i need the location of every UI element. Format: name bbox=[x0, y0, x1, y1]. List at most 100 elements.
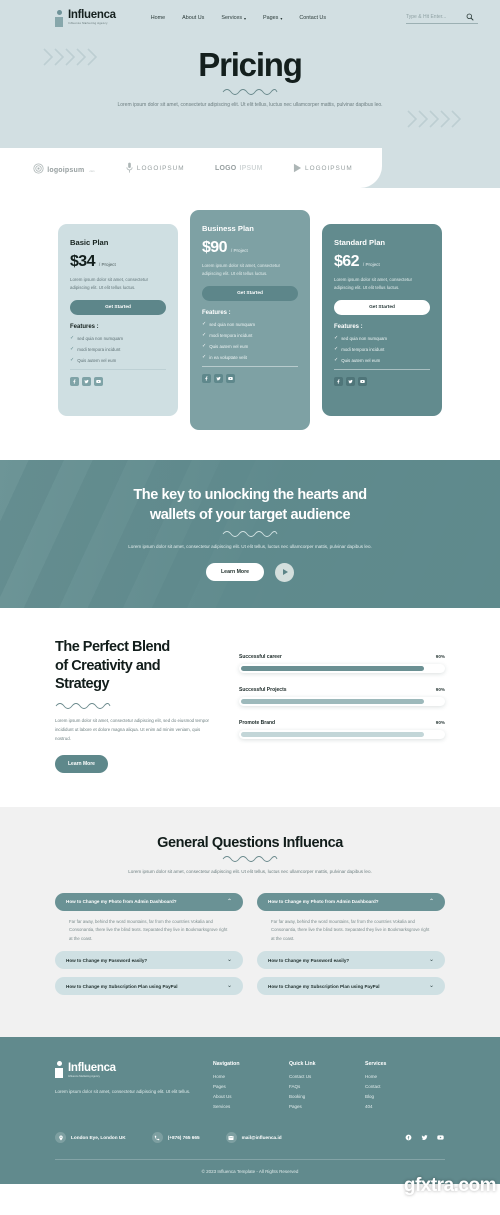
facebook-icon[interactable] bbox=[334, 376, 343, 386]
nav-item-about-us[interactable]: About Us bbox=[182, 15, 204, 21]
check-icon: ✓ bbox=[334, 357, 339, 364]
mail-icon bbox=[225, 1132, 237, 1144]
learn-more-button-blend[interactable]: Learn More bbox=[55, 754, 108, 773]
footer-link[interactable]: About Us bbox=[213, 1094, 271, 1099]
facebook-icon[interactable] bbox=[404, 1133, 413, 1142]
chevron-down-icon: ▾ bbox=[280, 15, 283, 21]
faq-question-toggle[interactable]: How to Change my Password easily? ⌄ bbox=[55, 951, 243, 970]
learn-more-button[interactable]: Learn More bbox=[206, 563, 264, 582]
phone-icon bbox=[151, 1132, 163, 1144]
search-box[interactable] bbox=[406, 13, 478, 24]
plan-name: Business Plan bbox=[202, 224, 254, 233]
play-icon[interactable] bbox=[274, 562, 294, 582]
check-icon: ✓ bbox=[202, 321, 207, 328]
get-started-button[interactable]: Get Started bbox=[202, 286, 298, 302]
blend-title-line1: The Perfect Blend bbox=[55, 639, 170, 655]
footer-link[interactable]: Contact bbox=[365, 1084, 423, 1089]
faq-section: General Questions Influenca Lorem ipsum … bbox=[0, 806, 500, 1038]
progress-track bbox=[239, 730, 445, 739]
footer-column-services: Services Home Contact Blog 404 bbox=[365, 1061, 423, 1112]
search-input[interactable] bbox=[406, 13, 460, 20]
chevron-down-icon: ⌄ bbox=[226, 957, 232, 964]
brand-logo-2: LOGOIPSUM bbox=[125, 162, 185, 174]
faq-question-toggle[interactable]: How to Change my Photo from Admin Dashbo… bbox=[257, 892, 445, 911]
footer: Influenca Influence Marketing Agency Lor… bbox=[0, 1037, 500, 1185]
youtube-icon[interactable] bbox=[358, 376, 367, 386]
progress-fill bbox=[241, 699, 425, 704]
footer-link[interactable]: Home bbox=[365, 1074, 423, 1079]
twitter-icon[interactable] bbox=[214, 373, 223, 383]
faq-question-toggle[interactable]: How to Change my Subscription Plan using… bbox=[55, 977, 243, 996]
youtube-icon[interactable] bbox=[226, 373, 235, 383]
nav-label: About Us bbox=[182, 15, 205, 21]
pricing-section: Basic Plan $34 / Project Lorem ipsum dol… bbox=[0, 188, 500, 460]
faq-item: How to Change my Photo from Admin Dashbo… bbox=[257, 892, 445, 944]
mic-icon bbox=[126, 162, 133, 173]
plan-price: $90 bbox=[202, 239, 228, 256]
nav-item-pages[interactable]: Pages ▾ bbox=[263, 15, 282, 21]
facebook-icon[interactable] bbox=[70, 376, 79, 386]
youtube-icon[interactable] bbox=[94, 376, 103, 386]
search-icon[interactable] bbox=[466, 13, 474, 21]
feature-label: Quis autem vel eum bbox=[209, 343, 249, 349]
feature-item: ✓ sed quia non numquam bbox=[70, 335, 166, 341]
check-icon: ✓ bbox=[70, 346, 75, 353]
spiral-icon bbox=[33, 162, 44, 174]
footer-column-title: Services bbox=[365, 1061, 387, 1068]
footer-address-text: London Eye, London UK bbox=[71, 1135, 126, 1141]
youtube-icon[interactable] bbox=[436, 1133, 445, 1142]
faq-question: How to Change my Photo from Admin Dashbo… bbox=[268, 899, 379, 905]
footer-logo[interactable]: Influenca Influence Marketing Agency bbox=[55, 1061, 195, 1079]
features-label: Features : bbox=[334, 324, 363, 331]
nav-item-home[interactable]: Home bbox=[151, 15, 165, 21]
skill-item: Promote Brand 90% bbox=[239, 720, 445, 739]
footer-contact-row: London Eye, London UK (+876) 765 665 mai… bbox=[55, 1132, 445, 1159]
footer-link[interactable]: Pages bbox=[289, 1104, 347, 1109]
footer-link[interactable]: FAQs bbox=[289, 1084, 347, 1089]
feature-item: ✓ in ea voluptate velit bbox=[202, 354, 298, 360]
feature-item: ✓ sed quia non numquam bbox=[334, 335, 430, 341]
footer-link[interactable]: Services bbox=[213, 1104, 271, 1109]
feature-label: sed quia non numquam bbox=[77, 335, 124, 341]
brand-name: LOGO bbox=[215, 164, 237, 172]
check-icon: ✓ bbox=[334, 346, 339, 353]
twitter-icon[interactable] bbox=[82, 376, 91, 386]
footer-link[interactable]: Pages bbox=[213, 1084, 271, 1089]
brand-name: LOGOIPSUM bbox=[305, 164, 353, 172]
nav-item-services[interactable]: Services ▾ bbox=[221, 15, 246, 21]
navbar: Influenca Influence Marketing Agency Hom… bbox=[0, 0, 500, 30]
wave-decor-icon bbox=[222, 530, 278, 537]
features-list: ✓ sed quia non numquam ✓ modi tempora inci… bbox=[202, 321, 298, 360]
twitter-icon[interactable] bbox=[346, 376, 355, 386]
chevron-decor-left bbox=[43, 48, 98, 66]
faq-question-toggle[interactable]: How to Change my Password easily? ⌄ bbox=[257, 951, 445, 970]
faq-column-left: How to Change my Photo from Admin Dashbo… bbox=[55, 892, 243, 1004]
chevron-down-icon: ⌄ bbox=[428, 983, 434, 990]
faq-question-toggle[interactable]: How to Change my Photo from Admin Dashbo… bbox=[55, 892, 243, 911]
facebook-icon[interactable] bbox=[202, 373, 211, 383]
brand-strip-section: logoipsum .com LOGOIPSUM LOGO IPSUM LOGO… bbox=[0, 148, 500, 188]
footer-link[interactable]: 404 bbox=[365, 1104, 423, 1109]
site-logo[interactable]: Influenca Influence Marketing Agency bbox=[55, 9, 116, 27]
pricing-card-standard: Standard Plan $62 / Project Lorem ipsum … bbox=[322, 224, 442, 416]
footer-link[interactable]: Booking bbox=[289, 1094, 347, 1099]
plan-name: Basic Plan bbox=[70, 238, 109, 247]
wave-decor-icon bbox=[222, 89, 278, 95]
faq-question-toggle[interactable]: How to Change my Subscription Plan using… bbox=[257, 977, 445, 996]
twitter-icon[interactable] bbox=[420, 1133, 429, 1142]
footer-link[interactable]: Contact Us bbox=[289, 1074, 347, 1079]
blend-left: The Perfect Blend of Creativity and Stra… bbox=[55, 638, 215, 773]
feature-label: modi tempora incidunt bbox=[77, 346, 121, 352]
logo-mark-icon bbox=[55, 9, 64, 27]
features-list: ✓ sed quia non numquam ✓ modi tempora inci… bbox=[334, 335, 430, 363]
nav-item-contact-us[interactable]: Contact Us bbox=[299, 15, 326, 21]
faq-question: How to Change my Subscription Plan using… bbox=[66, 983, 178, 989]
get-started-button[interactable]: Get Started bbox=[334, 300, 430, 316]
brand-logo-1: logoipsum .com bbox=[33, 159, 94, 177]
get-started-button[interactable]: Get Started bbox=[70, 300, 166, 316]
footer-link[interactable]: Home bbox=[213, 1074, 271, 1079]
blend-description: Lorem ipsum dolor sit amet, consectetur … bbox=[55, 717, 209, 741]
footer-link[interactable]: Blog bbox=[365, 1094, 423, 1099]
location-pin-icon bbox=[55, 1132, 66, 1144]
pricing-card-business: Business Plan $90 / Project Lorem ipsum … bbox=[190, 210, 310, 430]
